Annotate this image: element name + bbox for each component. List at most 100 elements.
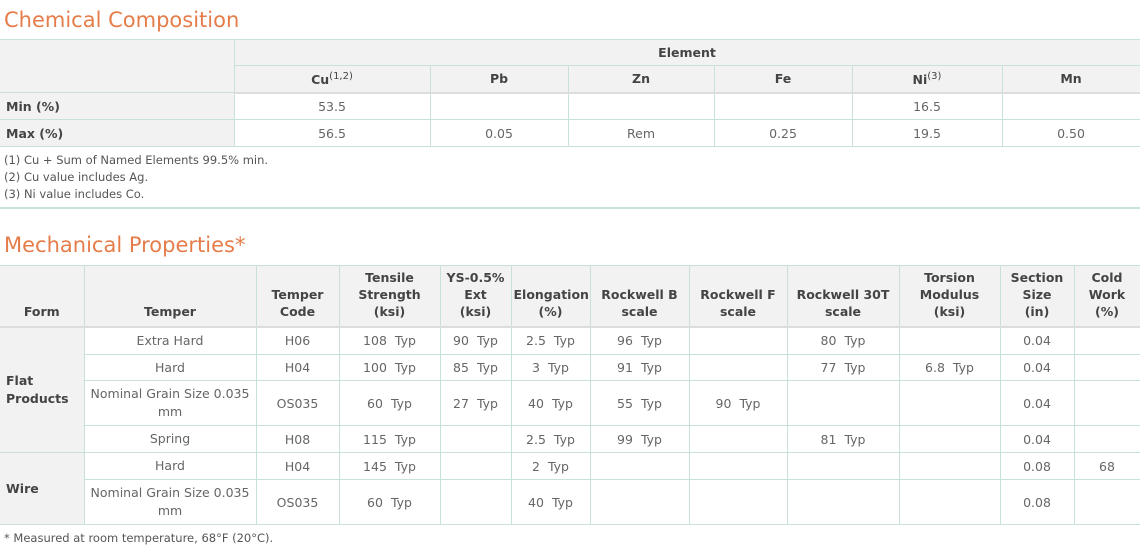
value: 108 bbox=[363, 333, 387, 349]
element-label: Cu bbox=[311, 71, 330, 87]
header-line: scale bbox=[719, 303, 757, 319]
elong-cell: 2.5 Typ bbox=[510, 326, 591, 355]
mechanical-properties-title: Mechanical Properties* bbox=[4, 233, 246, 257]
header-line: (%) bbox=[538, 303, 563, 319]
column-header: Rockwell Fscale bbox=[688, 265, 788, 328]
header-line: (in) bbox=[1024, 303, 1050, 319]
typ-label: Typ bbox=[640, 395, 662, 411]
chemical-composition-table: Element Cu(1,2) Pb Zn Fe Ni(3) Mn Min (%) 53.5… bbox=[0, 39, 1140, 147]
value: 115 bbox=[363, 431, 387, 447]
ys-cell: 85 Typ bbox=[439, 354, 512, 381]
temper-cell: Nominal Grain Size 0.035 mm bbox=[83, 380, 257, 426]
temper-cell: Nominal Grain Size 0.035 mm bbox=[83, 479, 257, 525]
elong-cell: 2.5 Typ bbox=[510, 425, 591, 453]
temper-code-cell: OS035 bbox=[255, 479, 340, 525]
typ-label: Typ bbox=[476, 333, 498, 349]
header-line: Temper bbox=[144, 303, 196, 319]
torsion-cell: 6.8 Typ bbox=[898, 354, 1001, 381]
tensile-cell: 115 Typ bbox=[338, 425, 441, 453]
header-line: Elongation bbox=[513, 286, 589, 302]
element-column-header: Mn bbox=[1001, 65, 1140, 94]
column-header: Elongation (%) bbox=[510, 265, 591, 328]
temper-cell: Hard bbox=[83, 452, 257, 480]
ys-cell bbox=[439, 452, 512, 480]
value: 96 bbox=[617, 333, 633, 349]
footnote-line: (2) Cu value includes Ag. bbox=[4, 170, 149, 184]
ys-cell bbox=[439, 425, 512, 453]
typ-label: Typ bbox=[640, 333, 662, 349]
rf-cell bbox=[688, 425, 788, 453]
column-header: YS-0.5% Ext (ksi) bbox=[439, 265, 512, 328]
header-line: Torsion bbox=[924, 269, 975, 285]
ys-cell: 90 Typ bbox=[439, 326, 512, 355]
table-row: Max (%) 56.5 0.05 Rem 0.25 19.5 0.50 bbox=[0, 119, 1140, 147]
value: 90 bbox=[453, 333, 469, 349]
ys-cell bbox=[439, 479, 512, 525]
section-size-cell: 0.04 bbox=[999, 380, 1075, 426]
rb-cell bbox=[589, 452, 690, 480]
header-line: Rockwell F bbox=[700, 286, 776, 302]
column-header: Temper bbox=[83, 265, 257, 328]
element-column-header: Cu(1,2) bbox=[233, 65, 431, 94]
temper-code-cell: H04 bbox=[255, 354, 340, 381]
value: 2.5 bbox=[526, 333, 546, 349]
footnote-line: (3) Ni value includes Co. bbox=[4, 187, 145, 201]
rb-cell: 91 Typ bbox=[589, 354, 690, 381]
value: 85 bbox=[453, 360, 469, 375]
header-line: Modulus bbox=[919, 286, 980, 302]
table-cell: 53.5 bbox=[233, 92, 431, 120]
temper-code-cell: H04 bbox=[255, 452, 340, 480]
element-label: Pb bbox=[489, 71, 509, 87]
cold-work-cell bbox=[1073, 380, 1140, 426]
cold-work-cell: 68 bbox=[1073, 452, 1140, 480]
elong-cell: 40 Typ bbox=[510, 479, 591, 525]
element-column-header: Zn bbox=[567, 65, 715, 94]
value: 77 bbox=[820, 360, 837, 375]
element-label: Ni bbox=[912, 71, 928, 87]
value: 145 bbox=[363, 458, 387, 474]
temper-code-cell: OS035 bbox=[255, 380, 340, 426]
table-cell bbox=[567, 92, 715, 120]
table-cell: 56.5 bbox=[233, 119, 431, 147]
table-cell: Rem bbox=[567, 119, 715, 147]
element-column-header: Ni(3) bbox=[851, 65, 1003, 94]
tensile-cell: 100 Typ bbox=[338, 354, 441, 381]
section-size-cell: 0.04 bbox=[999, 425, 1075, 453]
section-size-cell: 0.08 bbox=[999, 452, 1075, 480]
table-cell bbox=[713, 92, 853, 120]
elong-cell: 40 Typ bbox=[510, 380, 591, 426]
typ-label: Typ bbox=[390, 395, 412, 411]
typ-label: Typ bbox=[547, 360, 569, 375]
section-size-cell: 0.08 bbox=[999, 479, 1075, 525]
value: 60 bbox=[367, 395, 383, 411]
value: 99 bbox=[617, 431, 633, 447]
section-size-cell: 0.04 bbox=[999, 326, 1075, 355]
typ-label: Typ bbox=[553, 431, 575, 447]
row-label: Max (%) bbox=[0, 119, 235, 147]
temper-cell: Spring bbox=[83, 425, 257, 453]
value: 2.5 bbox=[526, 431, 546, 447]
header-line: Ext bbox=[464, 286, 487, 302]
section-size-cell: 0.04 bbox=[999, 354, 1075, 381]
rb-cell: 55 Typ bbox=[589, 380, 690, 426]
elong-cell: 2 Typ bbox=[510, 452, 591, 480]
chemical-composition-title: Chemical Composition bbox=[4, 8, 240, 32]
header-line: Cold bbox=[1091, 269, 1123, 285]
header-line: Form bbox=[23, 303, 60, 319]
table-row: Min (%) 53.5 16.5 bbox=[0, 92, 1140, 120]
typ-label: Typ bbox=[476, 360, 498, 375]
form-label: Flat Products bbox=[0, 326, 85, 453]
table-cell: 0.25 bbox=[713, 119, 853, 147]
rb-cell: 99 Typ bbox=[589, 425, 690, 453]
header-line: (ksi) bbox=[459, 303, 492, 319]
table-row: Hard H04 100 Typ 85 Typ 3 Typ 91 Typ 77 Typ 6.8 Typ 0.… bbox=[0, 354, 1140, 381]
table-row: Wire Hard H04 145 Typ 2 Typ 0.08 68 bbox=[0, 452, 1140, 525]
r30t-cell: 81 Typ bbox=[786, 425, 900, 453]
element-label: Zn bbox=[632, 71, 650, 87]
typ-label: Typ bbox=[739, 395, 761, 411]
header-line: Rockwell B bbox=[601, 286, 678, 302]
torsion-cell bbox=[898, 326, 1001, 355]
temper-cell: Hard bbox=[83, 354, 257, 381]
cold-work-cell bbox=[1073, 354, 1140, 381]
rf-cell bbox=[688, 326, 788, 355]
